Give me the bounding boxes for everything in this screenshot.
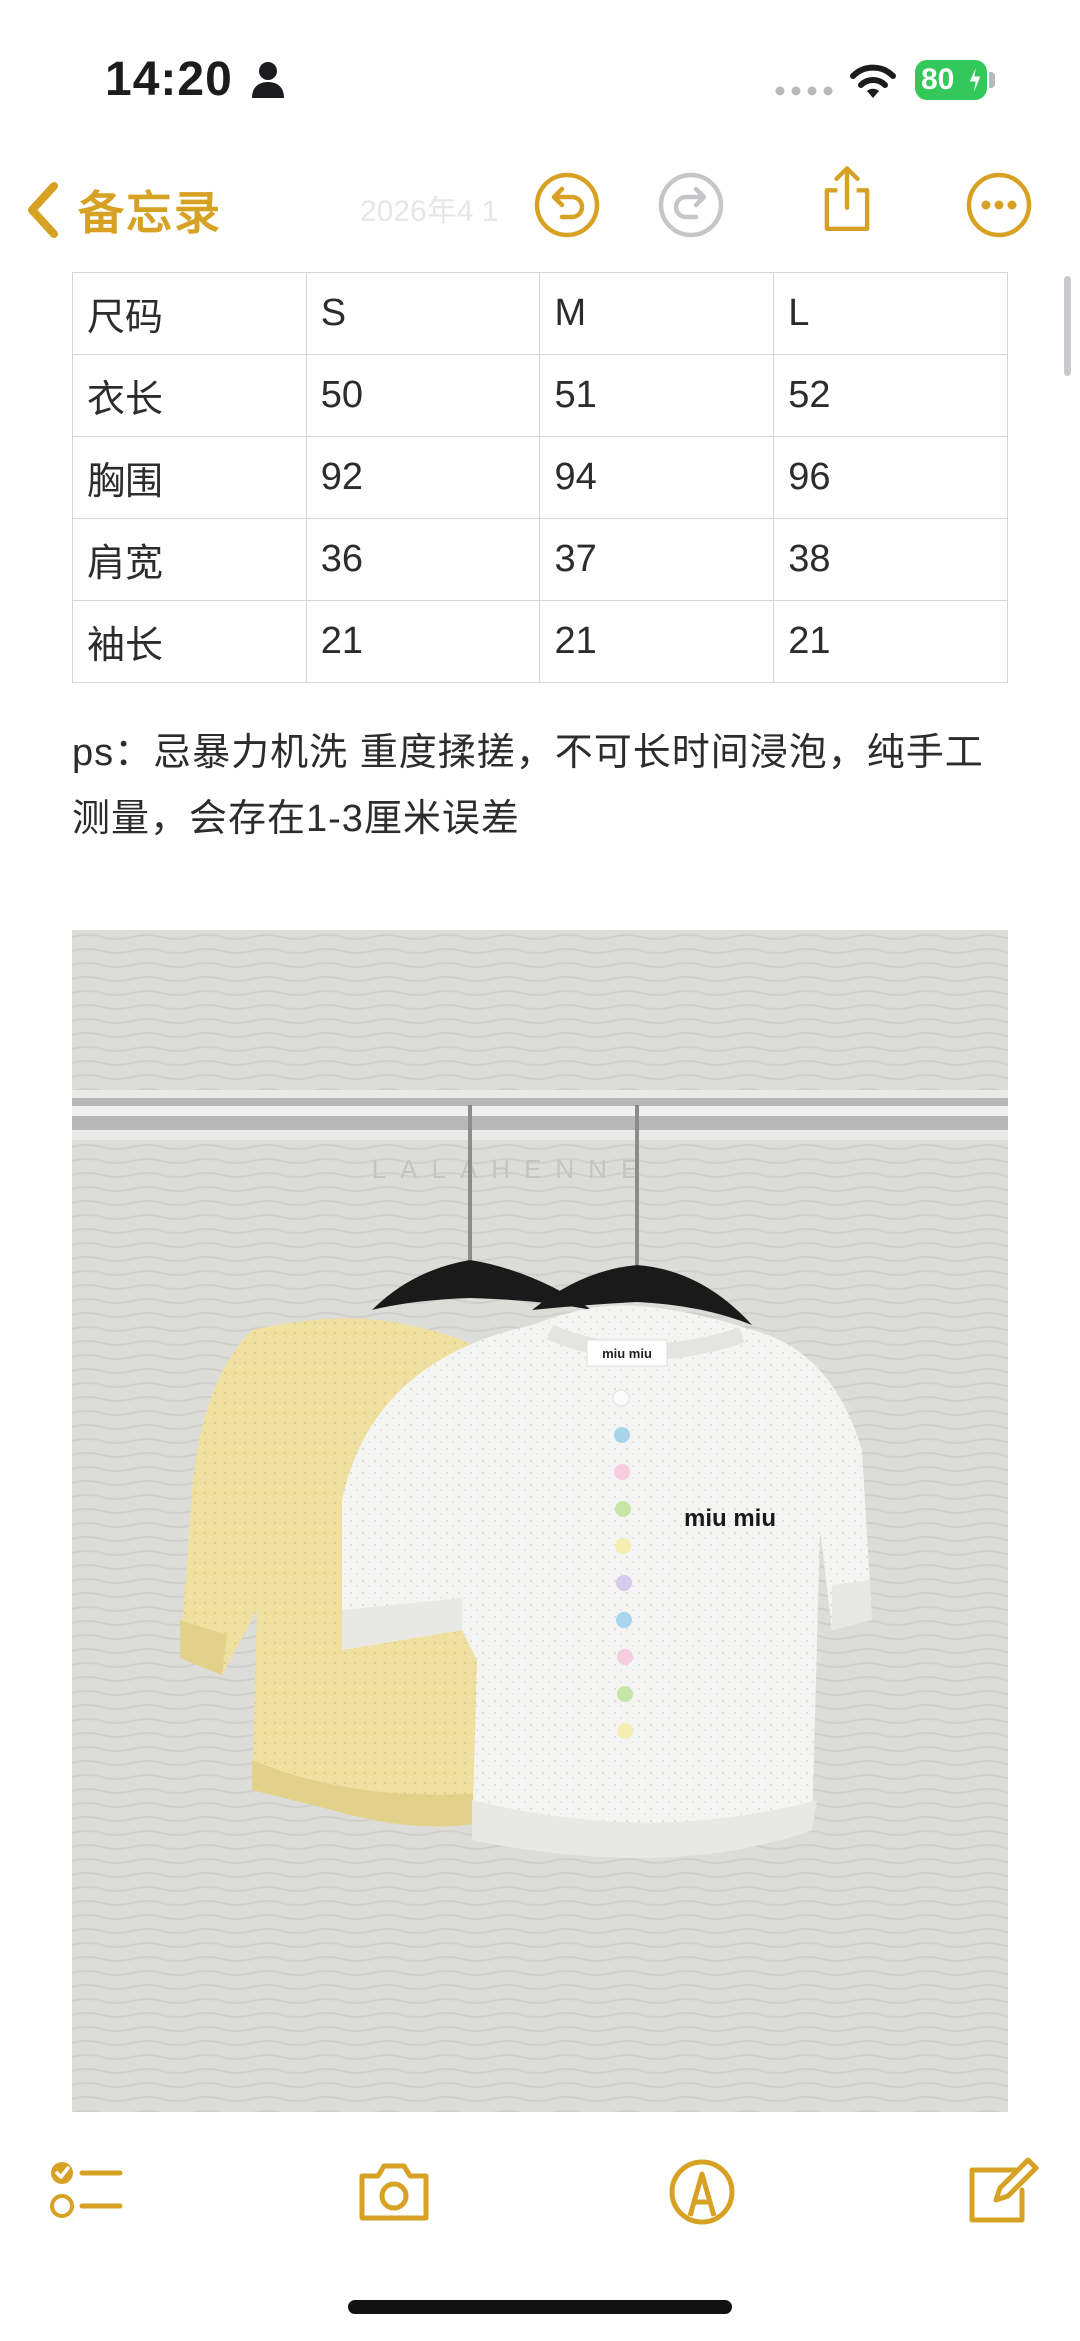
table-cell[interactable]: 94 [539,436,775,519]
table-cell[interactable]: 37 [539,518,775,601]
table-cell[interactable]: L [773,272,1008,355]
camera-icon[interactable] [356,2156,432,2226]
table-cell[interactable]: 21 [773,600,1008,683]
status-time: 14:20 [105,53,233,106]
bottom-toolbar [0,2130,1080,2250]
share-icon[interactable] [812,164,882,234]
more-icon[interactable] [964,170,1034,240]
table-cell[interactable]: 肩宽 [72,518,307,601]
charging-bolt-icon [968,64,982,96]
wifi-icon [850,64,896,98]
product-photo[interactable]: LALAHENNE miu miu miu miu [72,930,1008,2112]
table-row: 胸围 92 94 96 [72,436,1008,519]
table-row: 肩宽 36 37 38 [72,518,1008,601]
back-label: 备忘录 [78,187,222,239]
table-cell[interactable]: 38 [773,518,1008,601]
battery-icon: 80 [915,60,987,100]
table-cell[interactable]: 51 [539,354,775,437]
redo-icon[interactable] [656,170,726,240]
battery-level: 80 [921,63,955,96]
table-cell[interactable]: 袖长 [72,600,307,683]
table-cell[interactable]: 21 [539,600,775,683]
chevron-left-icon [28,182,58,238]
neck-label-text: miu miu [602,1346,652,1361]
battery-cap [989,72,995,88]
table-cell[interactable]: 52 [773,354,1008,437]
back-button[interactable]: 备忘录 [22,178,222,242]
photo-illustration: LALAHENNE miu miu miu miu [72,930,1008,2112]
notes-page: 14:20 80 备忘录 2026年4 1 尺码 S M L 衣长 50 51 … [0,0,1080,2341]
table-cell[interactable]: 衣长 [72,354,307,437]
markup-icon[interactable] [664,2156,740,2226]
table-cell[interactable]: 尺码 [72,272,307,355]
status-bar: 14:20 80 [0,0,1080,150]
table-cell[interactable]: 96 [773,436,1008,519]
person-icon [252,62,284,98]
table-cell[interactable]: 36 [305,518,541,601]
undo-icon[interactable] [532,170,602,240]
brand-embroidery: miu miu [684,1505,776,1532]
note-body-text[interactable]: ps：忌暴力机洗 重度揉搓，不可长时间浸泡，纯手工测量，会存在1-3厘米误差 [72,720,1012,852]
signal-dots-icon [775,86,833,96]
checklist-icon[interactable] [48,2156,124,2226]
table-cell[interactable]: 胸围 [72,436,307,519]
compose-icon[interactable] [964,2156,1040,2226]
table-cell[interactable]: M [539,272,775,355]
table-row: 袖长 21 21 21 [72,600,1008,683]
table-cell[interactable]: 92 [305,436,541,519]
table-cell[interactable]: S [305,272,541,355]
table-row: 尺码 S M L [72,272,1008,355]
home-indicator[interactable] [348,2300,732,2314]
table-cell[interactable]: 21 [305,600,541,683]
size-table: 尺码 S M L 衣长 50 51 52 胸围 92 94 96 肩宽 36 3… [72,272,1008,683]
scroll-indicator[interactable] [1064,276,1071,376]
photo-watermark: LALAHENNE [372,1154,653,1184]
table-row: 衣长 50 51 52 [72,354,1008,437]
table-cell[interactable]: 50 [305,354,541,437]
note-date: 2026年4 1 [360,195,499,228]
nav-bar: 备忘录 2026年4 1 [0,150,1080,270]
